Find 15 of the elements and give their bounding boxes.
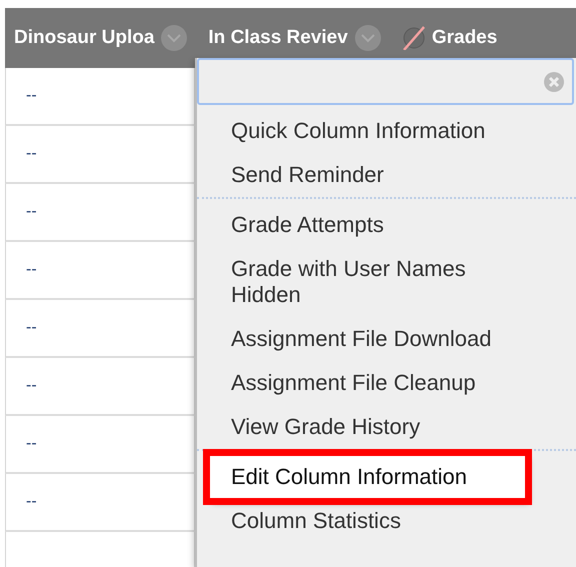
column-header[interactable]: Grades: [432, 27, 498, 49]
menu-item[interactable]: Assignment File Cleanup: [197, 361, 576, 405]
column-header[interactable]: Dinosaur Uploa: [14, 27, 154, 49]
menu-item[interactable]: Quick Column Information: [197, 109, 576, 153]
clear-icon[interactable]: [544, 72, 564, 92]
menu-item[interactable]: Grade Attempts: [197, 203, 576, 247]
column-header[interactable]: In Class Reviev: [208, 27, 348, 49]
menu-item[interactable]: Edit Column Information: [209, 455, 526, 499]
menu-item[interactable]: Assignment File Download: [197, 317, 576, 361]
menu-item[interactable]: Send Reminder: [197, 153, 576, 197]
menu-item[interactable]: Grade with User Names Hidden: [197, 247, 576, 317]
menu-item[interactable]: Column Statistics: [197, 499, 576, 543]
hidden-icon[interactable]: [402, 26, 426, 50]
search-field[interactable]: [197, 58, 574, 105]
menu-item[interactable]: View Grade History: [197, 405, 576, 449]
